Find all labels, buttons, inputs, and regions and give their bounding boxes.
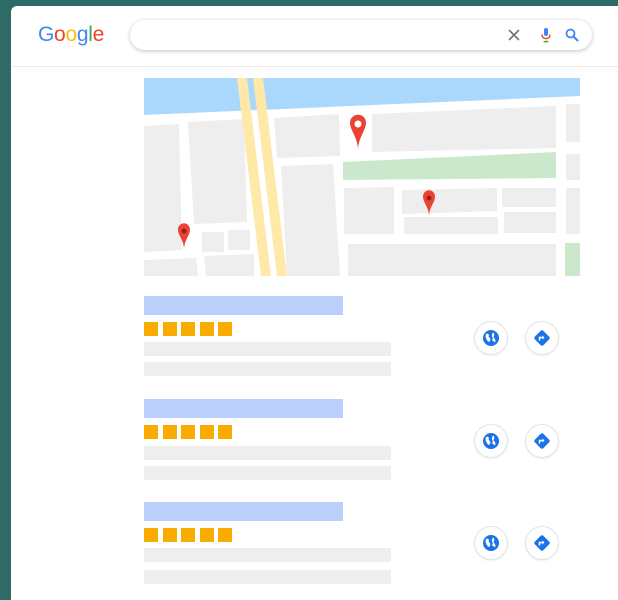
star-icon xyxy=(162,425,177,439)
google-logo[interactable]: Google xyxy=(38,23,104,47)
search-icon[interactable] xyxy=(564,27,580,43)
text-placeholder xyxy=(144,362,391,376)
text-placeholder xyxy=(144,570,391,584)
logo-letter: G xyxy=(38,23,55,46)
result-title-placeholder[interactable] xyxy=(144,399,343,418)
list-item[interactable] xyxy=(144,502,580,590)
result-title-placeholder[interactable] xyxy=(144,296,343,315)
logo-letter: e xyxy=(92,23,105,46)
website-icon xyxy=(483,433,499,449)
star-icon xyxy=(181,425,195,439)
browser-window: Google xyxy=(11,6,618,600)
star-icon xyxy=(144,528,158,542)
logo-letter: o xyxy=(54,23,66,46)
list-item[interactable] xyxy=(144,399,580,487)
star-rating xyxy=(144,425,237,439)
directions-button[interactable] xyxy=(526,322,558,354)
star-icon xyxy=(218,322,232,336)
directions-icon xyxy=(534,535,550,551)
website-icon xyxy=(483,535,499,551)
star-icon xyxy=(162,322,177,336)
directions-icon xyxy=(534,330,550,346)
star-rating xyxy=(144,322,237,336)
star-icon xyxy=(181,322,195,336)
star-icon xyxy=(199,322,214,336)
logo-letter: o xyxy=(65,23,77,46)
star-icon xyxy=(199,528,214,542)
close-icon[interactable] xyxy=(506,27,522,43)
star-icon xyxy=(218,528,232,542)
search-input[interactable] xyxy=(144,25,488,47)
star-icon xyxy=(162,528,177,542)
search-header: Google xyxy=(11,6,618,67)
list-item[interactable] xyxy=(144,296,580,384)
text-placeholder xyxy=(144,342,391,356)
website-button[interactable] xyxy=(475,322,507,354)
star-icon xyxy=(218,425,232,439)
directions-button[interactable] xyxy=(526,425,558,457)
text-placeholder xyxy=(144,548,391,562)
search-box[interactable] xyxy=(130,20,592,50)
star-rating xyxy=(144,528,237,542)
text-placeholder xyxy=(144,466,391,480)
website-button[interactable] xyxy=(475,425,507,457)
logo-letter: g xyxy=(76,23,89,46)
star-icon xyxy=(144,322,158,336)
star-icon xyxy=(181,528,195,542)
website-button[interactable] xyxy=(475,527,507,559)
website-icon xyxy=(483,330,499,346)
result-title-placeholder[interactable] xyxy=(144,502,343,521)
microphone-icon[interactable] xyxy=(538,27,554,43)
map[interactable] xyxy=(144,78,580,276)
star-icon xyxy=(144,425,158,439)
directions-icon xyxy=(534,433,550,449)
star-icon xyxy=(199,425,214,439)
text-placeholder xyxy=(144,446,391,460)
directions-button[interactable] xyxy=(526,527,558,559)
